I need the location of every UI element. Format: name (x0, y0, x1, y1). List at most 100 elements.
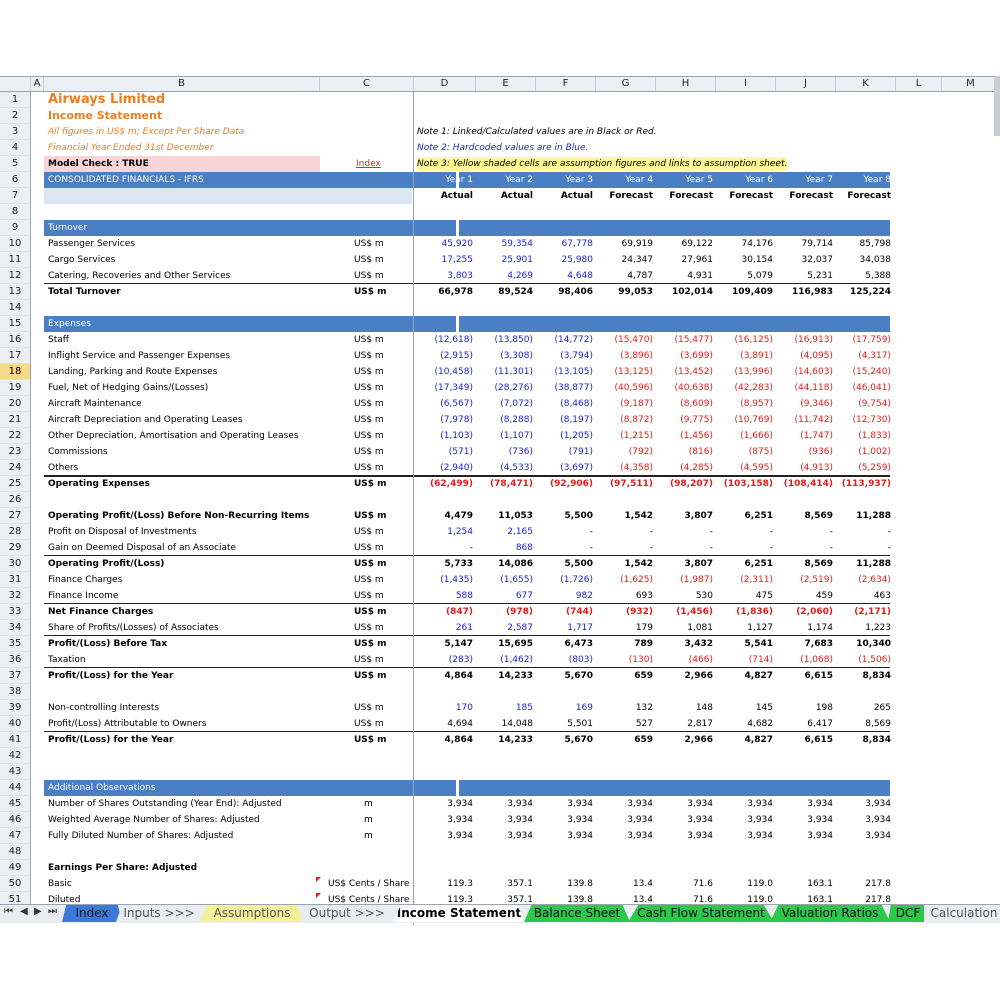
value-cell[interactable]: (978) (475, 604, 533, 620)
row-number[interactable]: 22 (0, 428, 31, 444)
value-cell[interactable]: 45,920 (415, 236, 474, 252)
value-cell[interactable]: 3,934 (655, 828, 713, 844)
row-label[interactable]: Passenger Services (48, 236, 135, 252)
value-cell[interactable]: (7,072) (475, 396, 533, 412)
value-cell[interactable]: 3,934 (535, 828, 593, 844)
value-cell[interactable]: Year 1 (415, 172, 473, 188)
value-cell[interactable]: 25,980 (535, 252, 594, 268)
sheet-tab-cash-flow-statement[interactable]: Cash Flow Statement (628, 905, 774, 922)
value-cell[interactable]: 132 (595, 700, 653, 716)
value-cell[interactable]: (5,259) (833, 460, 891, 476)
sheet-tab-inputs[interactable]: Inputs >>> (116, 905, 202, 922)
value-cell[interactable]: (3,896) (595, 348, 653, 364)
value-cell[interactable]: (10,458) (415, 364, 473, 380)
value-cell[interactable]: Year 3 (535, 172, 593, 188)
value-cell[interactable]: (40,638) (655, 380, 713, 396)
value-cell[interactable]: 3,934 (475, 812, 533, 828)
value-cell[interactable]: (1,987) (655, 572, 713, 588)
value-cell[interactable]: (46,041) (833, 380, 891, 396)
value-cell[interactable]: 1,542 (595, 508, 653, 524)
column-header-c[interactable]: C (320, 77, 414, 91)
sheet-tab-assumptions[interactable]: Assumptions (200, 905, 304, 922)
value-cell[interactable]: 3,934 (475, 828, 533, 844)
value-cell[interactable]: 99,053 (595, 284, 653, 300)
value-cell[interactable]: 3,934 (535, 812, 593, 828)
value-cell[interactable]: (42,283) (715, 380, 773, 396)
value-cell[interactable]: Year 4 (595, 172, 653, 188)
row-number[interactable]: 38 (0, 684, 31, 700)
value-cell[interactable]: 217.8 (833, 876, 891, 892)
value-cell[interactable]: (38,877) (535, 380, 593, 396)
row-label[interactable]: Share of Profits/(Losses) of Associates (48, 620, 219, 636)
row-label[interactable]: Gain on Deemed Disposal of an Associate (48, 540, 236, 556)
value-cell[interactable]: (9,346) (775, 396, 833, 412)
value-cell[interactable]: - (775, 524, 833, 540)
sheet-tab-index[interactable]: Index (62, 905, 122, 922)
value-cell[interactable]: 8,569 (775, 556, 833, 572)
value-cell[interactable]: (4,913) (775, 460, 833, 476)
value-cell[interactable]: (3,308) (475, 348, 533, 364)
value-cell[interactable]: (1,836) (715, 604, 773, 620)
vertical-scrollbar[interactable] (994, 76, 1000, 136)
value-cell[interactable]: (14,603) (775, 364, 833, 380)
spreadsheet-grid[interactable]: ABCDEFGHIJKLM 1 Airways Limited 2 Income St… (0, 76, 1000, 925)
value-cell[interactable]: 98,406 (535, 284, 593, 300)
value-cell[interactable]: 3,934 (715, 812, 773, 828)
row-label[interactable]: Aircraft Maintenance (48, 396, 142, 412)
value-cell[interactable]: 13.4 (595, 876, 653, 892)
value-cell[interactable]: 109,409 (715, 284, 773, 300)
value-cell[interactable]: (2,634) (833, 572, 891, 588)
value-cell[interactable]: (17,759) (833, 332, 891, 348)
row-number[interactable]: 37 (0, 668, 31, 684)
value-cell[interactable]: 1,174 (775, 620, 833, 636)
value-cell[interactable]: (130) (595, 652, 653, 668)
value-cell[interactable]: Forecast (833, 188, 891, 204)
value-cell[interactable]: (7,978) (415, 412, 473, 428)
value-cell[interactable]: 119.0 (715, 876, 773, 892)
row-label[interactable]: Operating Profit/(Loss) Before Non-Recur… (48, 508, 309, 524)
value-cell[interactable]: 2,966 (655, 732, 713, 748)
index-link[interactable]: Index (356, 156, 381, 172)
value-cell[interactable]: Forecast (775, 188, 833, 204)
value-cell[interactable]: Actual (475, 188, 533, 204)
row-label[interactable]: Airways Limited (48, 92, 165, 108)
value-cell[interactable]: (3,891) (715, 348, 773, 364)
value-cell[interactable]: - (655, 524, 713, 540)
value-cell[interactable]: 5,670 (535, 668, 593, 684)
value-cell[interactable]: (113,937) (833, 476, 891, 492)
row-number[interactable]: 30 (0, 556, 31, 572)
row-label[interactable]: Financial Year Ended 31st December (48, 140, 213, 156)
row-label[interactable]: CONSOLIDATED FINANCIALS - IFRS (48, 172, 204, 188)
row-label[interactable]: All figures in US$ m; Except Per Share D… (48, 124, 244, 140)
value-cell[interactable]: 3,807 (655, 508, 713, 524)
value-cell[interactable]: 4,864 (415, 668, 473, 684)
value-cell[interactable]: 79,714 (775, 236, 834, 252)
row-number[interactable]: 36 (0, 652, 31, 668)
value-cell[interactable]: 4,827 (715, 732, 773, 748)
value-cell[interactable]: 3,934 (775, 828, 833, 844)
comment-indicator-icon[interactable] (316, 877, 321, 882)
row-label[interactable]: Catering, Recoveries and Other Services (48, 268, 230, 284)
value-cell[interactable]: 198 (775, 700, 833, 716)
value-cell[interactable]: 125,224 (833, 284, 891, 300)
value-cell[interactable]: (1,506) (833, 652, 891, 668)
row-label[interactable]: Basic (48, 876, 72, 892)
value-cell[interactable]: (3,699) (655, 348, 713, 364)
value-cell[interactable]: - (833, 540, 891, 556)
row-number[interactable]: 18 (0, 364, 31, 380)
value-cell[interactable]: (13,105) (535, 364, 593, 380)
row-label[interactable]: Profit/(Loss) Attributable to Owners (48, 716, 206, 732)
value-cell[interactable]: 71.6 (655, 876, 713, 892)
row-label[interactable]: Expenses (48, 316, 91, 332)
row-label[interactable]: Finance Charges (48, 572, 122, 588)
value-cell[interactable]: 25,901 (475, 252, 534, 268)
column-header-h[interactable]: H (656, 77, 716, 91)
row-number[interactable]: 3 (0, 124, 31, 140)
value-cell[interactable]: (9,187) (595, 396, 653, 412)
value-cell[interactable]: 588 (415, 588, 473, 604)
value-cell[interactable]: Year 8 (833, 172, 891, 188)
value-cell[interactable]: 5,733 (415, 556, 473, 572)
value-cell[interactable]: 179 (595, 620, 653, 636)
value-cell[interactable]: (571) (415, 444, 473, 460)
value-cell[interactable]: - (833, 524, 891, 540)
